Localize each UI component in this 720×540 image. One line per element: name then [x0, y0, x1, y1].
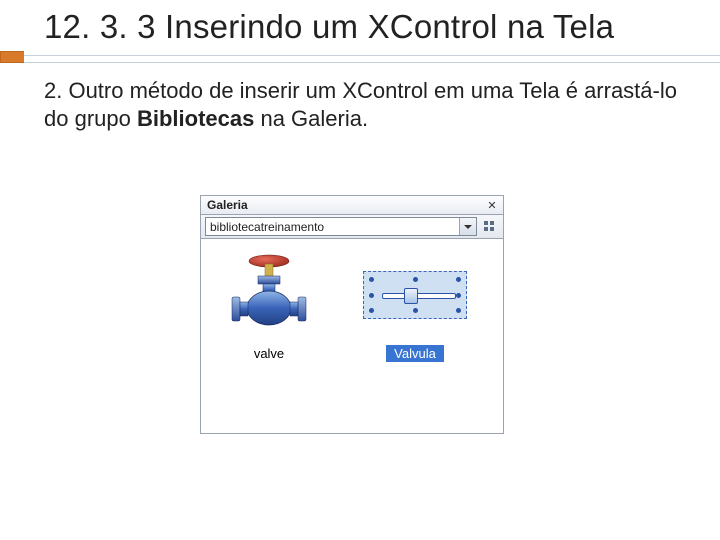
chevron-down-icon[interactable] [459, 218, 476, 235]
close-icon[interactable]: ✕ [485, 198, 499, 212]
underline [24, 55, 720, 63]
grid-icon [483, 220, 496, 233]
body-paragraph: 2. Outro método de inserir um XControl e… [0, 63, 720, 133]
item-thumbnail [214, 249, 324, 341]
item-label: Valvula [386, 345, 444, 362]
valve-icon [228, 252, 310, 338]
item-thumbnail [360, 249, 470, 341]
panel-toolbar: bibliotecatreinamento [200, 215, 504, 239]
body-text-bold: Bibliotecas [137, 106, 254, 131]
body-text-suffix: na Galeria. [254, 106, 368, 131]
section-heading: 12. 3. 3 Inserindo um XControl na Tela [0, 0, 720, 47]
heading-underline [0, 49, 720, 63]
gallery-item[interactable]: Valvula [355, 249, 475, 423]
dropdown-value: bibliotecatreinamento [210, 220, 324, 234]
panel-titlebar: Galeria ✕ [200, 195, 504, 215]
slider-gauge-icon [363, 271, 467, 319]
toolbar-button[interactable] [480, 217, 499, 236]
accent-block [0, 51, 24, 63]
panel-title: Galeria [207, 198, 485, 212]
panel-body: valve [200, 239, 504, 434]
library-dropdown[interactable]: bibliotecatreinamento [205, 217, 477, 236]
item-label: valve [246, 345, 292, 362]
gallery-panel: Galeria ✕ bibliotecatreinamento [200, 195, 504, 434]
gallery-item[interactable]: valve [209, 249, 329, 423]
